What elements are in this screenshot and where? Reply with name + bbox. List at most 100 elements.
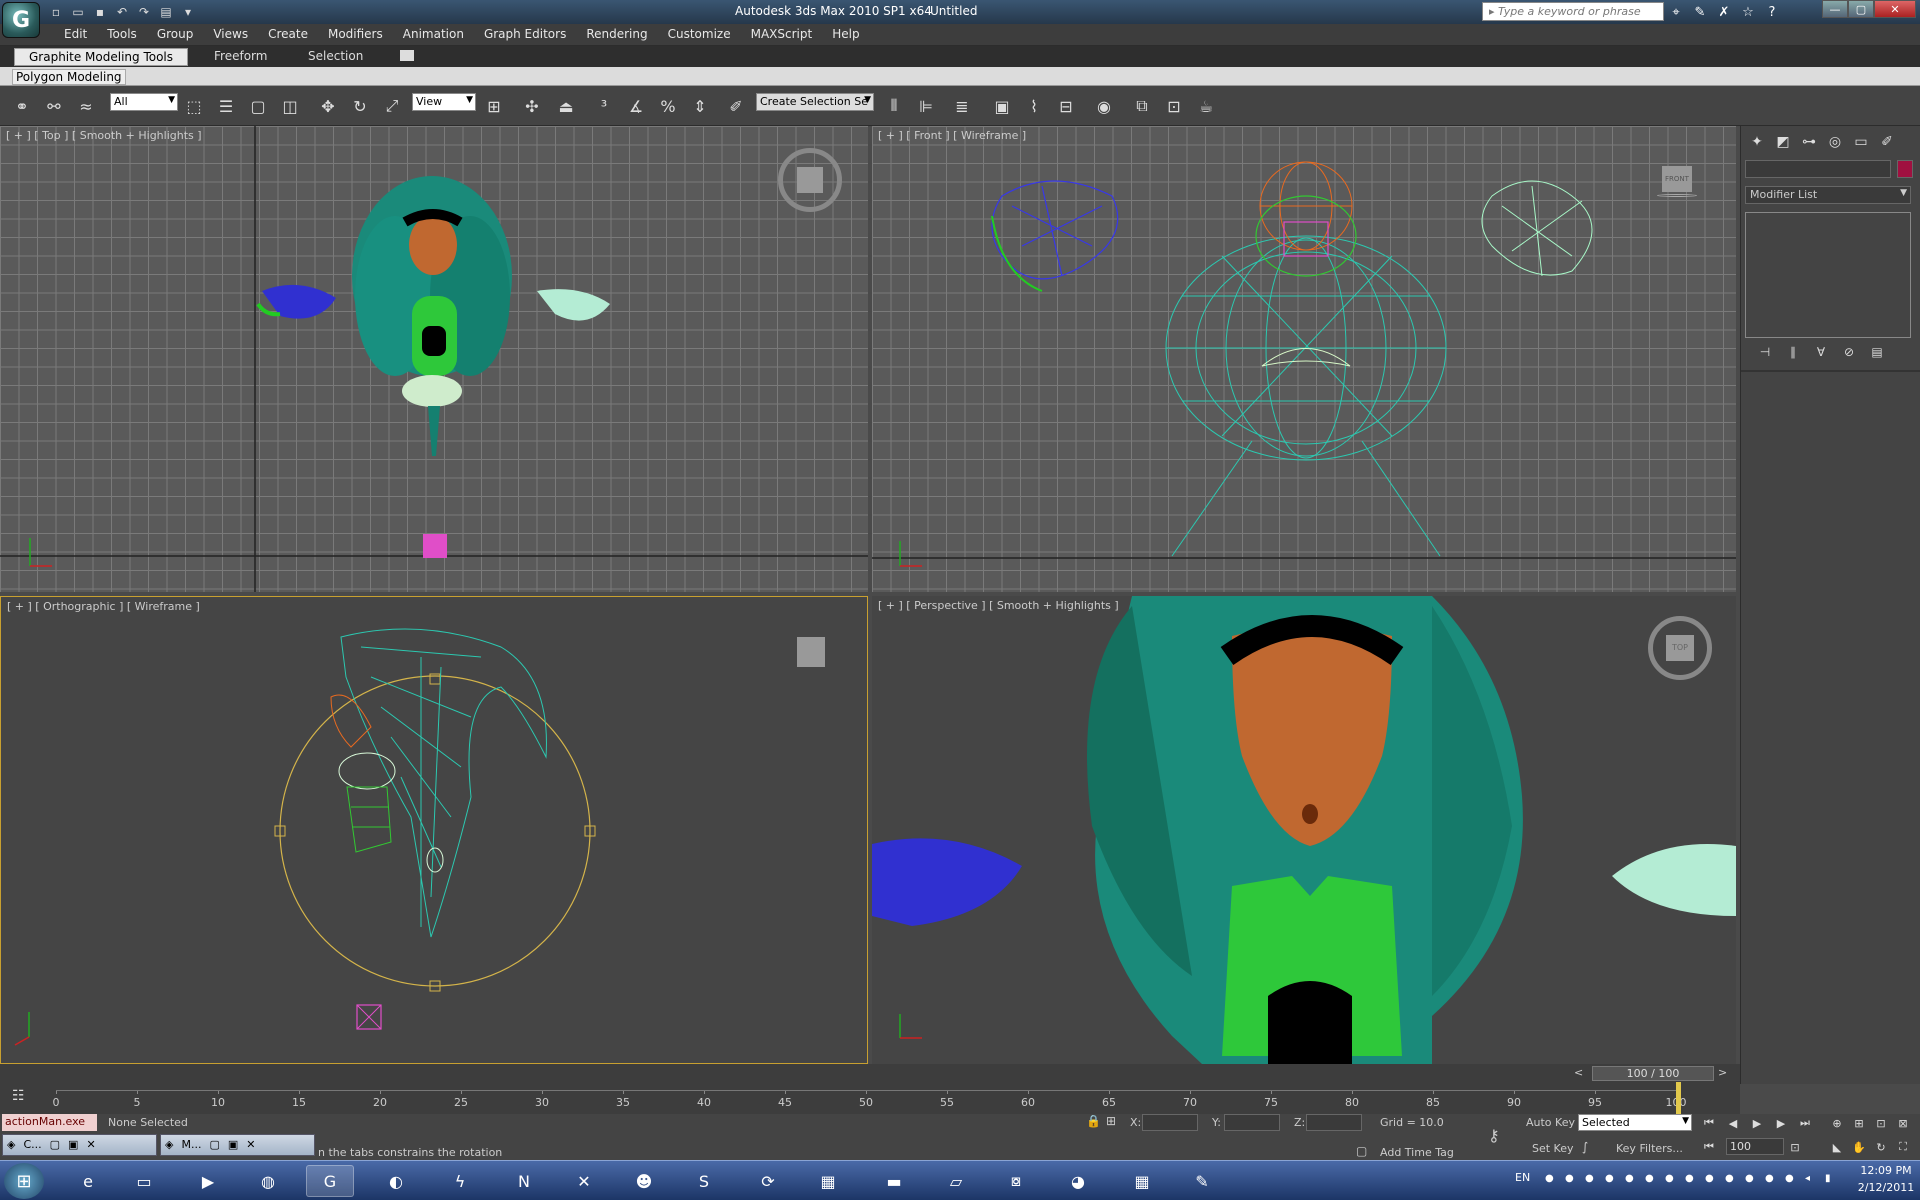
time-slider-thumb[interactable]: 100 / 100: [1592, 1066, 1714, 1081]
edit-named-sel-icon[interactable]: ✐: [724, 94, 748, 118]
tray-icon-13[interactable]: ●: [1785, 1173, 1799, 1187]
paint-icon[interactable]: ✎: [1178, 1165, 1226, 1197]
star-icon[interactable]: ☆: [1738, 2, 1758, 22]
viewcube-ortho[interactable]: [797, 637, 825, 667]
tray-icon-9[interactable]: ●: [1705, 1173, 1719, 1187]
messenger-icon[interactable]: ☻: [620, 1165, 668, 1197]
viewport-orthographic[interactable]: [ + ] [ Orthographic ] [ Wireframe ]: [0, 596, 868, 1064]
rotate-icon[interactable]: ↻: [348, 94, 372, 118]
track-bar[interactable]: ☷ 0 5 10 15 20 25 30 35 40 45 50 55 60 65 70 75 80 85 90 95…: [0, 1082, 1740, 1114]
maximize-icon[interactable]: ▣: [68, 1138, 78, 1152]
floating-task-2[interactable]: ◈ M... ▢ ▣ ✕: [160, 1134, 315, 1156]
object-name-field[interactable]: [1745, 160, 1891, 178]
start-button[interactable]: ⊞: [4, 1163, 44, 1199]
app-logo[interactable]: G: [2, 2, 40, 38]
create-icon[interactable]: ✦: [1747, 132, 1767, 152]
network-tray-icon[interactable]: ▮: [1825, 1173, 1839, 1187]
utilities-icon[interactable]: ✐: [1877, 132, 1897, 152]
show-end-result-icon[interactable]: ∥: [1785, 344, 1801, 360]
menu-views[interactable]: Views: [203, 27, 258, 41]
time-slider[interactable]: < 100 / 100 >: [0, 1064, 1740, 1082]
goto-end-icon[interactable]: ⏭: [1796, 1114, 1814, 1132]
tab-graphite-modeling-tools[interactable]: Graphite Modeling Tools: [14, 48, 189, 66]
tray-icon-12[interactable]: ●: [1765, 1173, 1779, 1187]
tray-icon-11[interactable]: ●: [1745, 1173, 1759, 1187]
material-editor-icon[interactable]: ◉: [1092, 94, 1116, 118]
maxscript-listener[interactable]: actionMan.exe: [2, 1114, 97, 1131]
project-folder-icon[interactable]: ▤: [156, 2, 176, 22]
winrar-icon[interactable]: ▦: [804, 1165, 852, 1197]
prev-frame-icon[interactable]: ◀: [1724, 1114, 1742, 1132]
move-icon[interactable]: ✥: [316, 94, 340, 118]
modifier-list-dropdown[interactable]: Modifier List ▼: [1745, 186, 1911, 204]
menu-maxscript[interactable]: MAXScript: [741, 27, 823, 41]
add-time-tag-button[interactable]: Add Time Tag: [1380, 1146, 1454, 1159]
tray-icon-8[interactable]: ●: [1685, 1173, 1699, 1187]
new-icon[interactable]: ▫: [46, 2, 66, 22]
time-tag-icon[interactable]: ▢: [1356, 1144, 1367, 1158]
modifier-stack[interactable]: [1745, 212, 1911, 338]
close-button[interactable]: ✕: [1874, 0, 1916, 18]
next-frame-icon[interactable]: ▶: [1772, 1114, 1790, 1132]
viewcube-persp[interactable]: TOP: [1648, 616, 1712, 680]
select-manipulate-icon[interactable]: ✣: [520, 94, 544, 118]
tray-icon-1[interactable]: ●: [1545, 1173, 1559, 1187]
scale-icon[interactable]: ⤢: [380, 94, 404, 118]
viewport-front-label[interactable]: [ + ] [ Front ] [ Wireframe ]: [878, 129, 1026, 142]
snaps-toggle-icon[interactable]: ³: [592, 94, 616, 118]
menu-create[interactable]: Create: [258, 27, 318, 41]
rect-selection-icon[interactable]: ▢: [246, 94, 270, 118]
notepad-icon[interactable]: ▱: [932, 1165, 980, 1197]
refresh-icon[interactable]: ⟳: [744, 1165, 792, 1197]
maximize-icon[interactable]: ▣: [228, 1138, 238, 1152]
auto-key-button[interactable]: Auto Key: [1524, 1114, 1578, 1132]
pivot-center-icon[interactable]: ⊞: [482, 94, 506, 118]
orbit-icon[interactable]: ↻: [1872, 1138, 1890, 1156]
object-color-swatch[interactable]: [1897, 160, 1913, 178]
restore-button[interactable]: ▢: [1848, 0, 1874, 18]
key-filters-button[interactable]: Key Filters...: [1616, 1142, 1683, 1155]
globe-icon[interactable]: ◕: [1054, 1165, 1102, 1197]
time-config-icon[interactable]: ⊡: [1786, 1138, 1804, 1156]
key-mode-toggle-icon[interactable]: ⏮: [1700, 1138, 1718, 1156]
keyboard-shortcut-icon[interactable]: ⏏: [554, 94, 578, 118]
current-frame-field[interactable]: 100: [1726, 1138, 1784, 1155]
tab-freeform[interactable]: Freeform: [200, 48, 281, 66]
play-icon[interactable]: ▶: [1748, 1114, 1766, 1132]
mirror-icon[interactable]: ⫴: [882, 94, 906, 118]
configure-sets-icon[interactable]: ▤: [1869, 344, 1885, 360]
wrench-icon[interactable]: ✎: [1690, 2, 1710, 22]
zoom-extents-icon[interactable]: ⊡: [1872, 1114, 1890, 1132]
align-icon[interactable]: ⊫: [914, 94, 938, 118]
network-icon[interactable]: ⧇: [992, 1165, 1040, 1197]
tray-icon-2[interactable]: ●: [1565, 1173, 1579, 1187]
x-icon[interactable]: ✗: [1714, 2, 1734, 22]
open-icon[interactable]: ▭: [68, 2, 88, 22]
select-object-icon[interactable]: ⬚: [182, 94, 206, 118]
restore-icon[interactable]: ▢: [50, 1138, 60, 1152]
tray-icon-5[interactable]: ●: [1625, 1173, 1639, 1187]
floating-task-1[interactable]: ◈ C... ▢ ▣ ✕: [2, 1134, 157, 1156]
viewcube-front[interactable]: FRONT: [1657, 166, 1697, 197]
tray-icon-3[interactable]: ●: [1585, 1173, 1599, 1187]
menu-graph-editors[interactable]: Graph Editors: [474, 27, 576, 41]
schematic-view-icon[interactable]: ⊟: [1054, 94, 1078, 118]
explorer-icon[interactable]: ▭: [120, 1165, 168, 1197]
undo-icon[interactable]: ↶: [112, 2, 132, 22]
named-selection-dropdown[interactable]: Create Selection Se ▼: [756, 93, 874, 111]
goto-start-icon[interactable]: ⏮: [1700, 1114, 1718, 1132]
minimize-button[interactable]: —: [1822, 0, 1848, 18]
tab-selection[interactable]: Selection: [294, 48, 377, 66]
motion-icon[interactable]: ◎: [1825, 132, 1845, 152]
time-prev-button[interactable]: <: [1574, 1066, 1583, 1079]
angle-snap-icon[interactable]: ∡: [624, 94, 648, 118]
tray-icon-6[interactable]: ●: [1645, 1173, 1659, 1187]
viewport-top-label[interactable]: [ + ] [ Top ] [ Smooth + Highlights ]: [6, 129, 202, 142]
zoom-extents-all-icon[interactable]: ⊠: [1894, 1114, 1912, 1132]
graphite-toggle-icon[interactable]: ▣: [990, 94, 1014, 118]
pin-stack-icon[interactable]: ⊣: [1757, 344, 1773, 360]
render-teapot-icon[interactable]: ☕: [1194, 94, 1218, 118]
zoom-icon[interactable]: ⊕: [1828, 1114, 1846, 1132]
close-icon[interactable]: ✕: [86, 1138, 95, 1152]
close-icon[interactable]: ✕: [246, 1138, 255, 1152]
